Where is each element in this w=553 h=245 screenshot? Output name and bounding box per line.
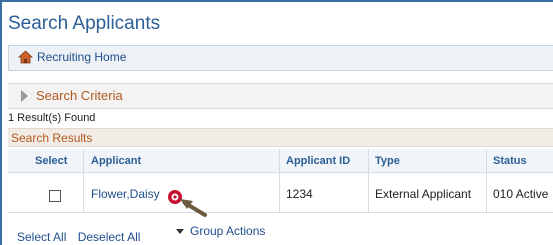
recruiting-home-label: Recruiting Home <box>37 50 127 64</box>
page-title: Search Applicants <box>8 13 161 34</box>
deselect-all-link[interactable]: Deselect All <box>78 230 141 244</box>
expand-triangle-icon <box>21 89 28 102</box>
table-header-row: Select Applicant Applicant ID Type Statu… <box>8 149 553 173</box>
search-results-header: Search Results <box>8 128 553 147</box>
recruiting-home-link[interactable]: Recruiting Home <box>17 50 127 64</box>
column-header-applicant[interactable]: Applicant <box>91 155 141 167</box>
search-results-title: Search Results <box>11 131 93 145</box>
search-criteria-section: Search Criteria <box>8 83 553 109</box>
column-header-status[interactable]: Status <box>493 155 527 167</box>
result-count: 1 Result(s) Found <box>8 112 96 124</box>
home-bar: Recruiting Home <box>8 45 553 71</box>
column-header-type[interactable]: Type <box>375 155 400 167</box>
type-cell: External Applicant <box>375 187 472 201</box>
footer-links: Select All Deselect All <box>17 230 140 244</box>
group-actions-menu[interactable]: Group Actions <box>176 224 265 238</box>
group-actions-label: Group Actions <box>190 224 266 238</box>
search-criteria-label: Search Criteria <box>36 88 123 103</box>
select-all-link[interactable]: Select All <box>17 230 66 244</box>
applicant-link[interactable]: Flower,Daisy <box>91 187 160 201</box>
status-cell: 010 Active <box>493 187 549 201</box>
column-header-applicant-id[interactable]: Applicant ID <box>286 155 350 167</box>
column-header-select: Select <box>35 155 68 167</box>
applicant-id-cell: 1234 <box>286 187 313 201</box>
chevron-down-icon <box>176 228 184 234</box>
home-icon <box>17 50 34 64</box>
table-row: Flower,Daisy 1234 External Applicant 010… <box>8 175 553 213</box>
search-criteria-toggle[interactable]: Search Criteria <box>21 88 123 103</box>
select-checkbox[interactable] <box>49 190 61 202</box>
pointer-arrow-icon <box>168 190 207 217</box>
